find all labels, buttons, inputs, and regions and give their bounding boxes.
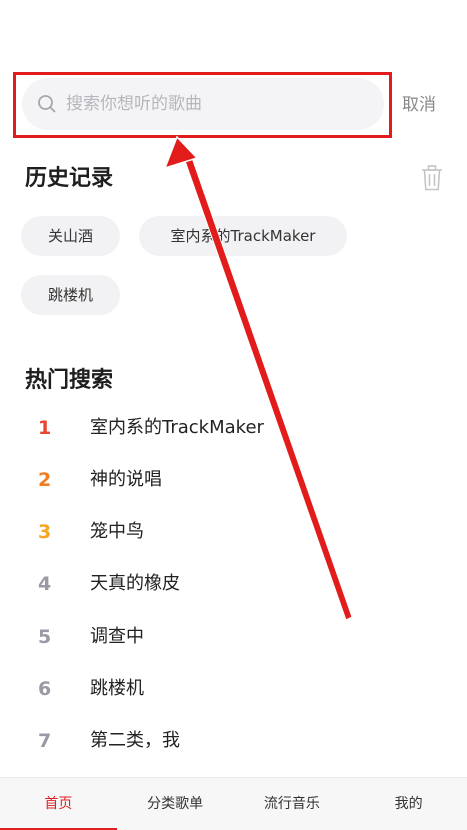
- tab-label: 首页: [44, 796, 73, 812]
- history-chip[interactable]: 跳楼机: [21, 275, 120, 315]
- hot-rank: 4: [38, 573, 52, 595]
- hot-rank: 7: [38, 730, 52, 752]
- history-title: 历史记录: [25, 166, 114, 191]
- search-icon: [38, 95, 56, 113]
- tab-mine[interactable]: 我的: [350, 778, 467, 830]
- hot-rank: 1: [38, 417, 52, 439]
- hot-search-text: 第二类，我: [90, 730, 180, 751]
- search-box[interactable]: [22, 78, 384, 130]
- hot-search-item[interactable]: 4 天真的橡皮: [0, 564, 467, 604]
- tab-home[interactable]: 首页: [0, 778, 117, 830]
- hot-search-text: 笼中鸟: [90, 521, 144, 542]
- search-input[interactable]: [66, 78, 366, 130]
- hot-rank: 5: [38, 626, 52, 648]
- history-chip[interactable]: 关山酒: [21, 216, 120, 256]
- hot-search-item[interactable]: 6 跳楼机: [0, 669, 467, 709]
- hot-search-item[interactable]: 7 第二类，我: [0, 721, 467, 761]
- history-chip[interactable]: 室内系的TrackMaker: [139, 216, 347, 256]
- hot-search-item[interactable]: 3 笼中鸟: [0, 512, 467, 552]
- tab-label: 我的: [394, 796, 423, 812]
- hot-rank: 2: [38, 469, 52, 491]
- hot-search-title: 热门搜索: [25, 368, 114, 393]
- tab-pop-music[interactable]: 流行音乐: [234, 778, 351, 830]
- cancel-button[interactable]: 取消: [402, 90, 436, 115]
- hot-rank: 6: [38, 678, 52, 700]
- hot-search-item[interactable]: 1 室内系的TrackMaker: [0, 408, 467, 448]
- hot-search-item[interactable]: 2 神的说唱: [0, 460, 467, 500]
- trash-icon[interactable]: [420, 164, 444, 192]
- hot-search-text: 室内系的TrackMaker: [90, 417, 264, 438]
- tab-label: 流行音乐: [263, 796, 320, 812]
- search-bar: 取消: [0, 72, 467, 138]
- hot-search-text: 跳楼机: [90, 678, 144, 699]
- hot-search-text: 调查中: [90, 626, 144, 647]
- hot-search-item[interactable]: 5 调查中: [0, 617, 467, 657]
- hot-rank: 3: [38, 521, 52, 543]
- bottom-tab-bar: 首页 分类歌单 流行音乐 我的: [0, 777, 467, 830]
- hot-search-text: 天真的橡皮: [90, 573, 180, 594]
- tab-category-playlists[interactable]: 分类歌单: [117, 778, 234, 830]
- tab-label: 分类歌单: [147, 796, 204, 812]
- hot-search-text: 神的说唱: [90, 469, 162, 490]
